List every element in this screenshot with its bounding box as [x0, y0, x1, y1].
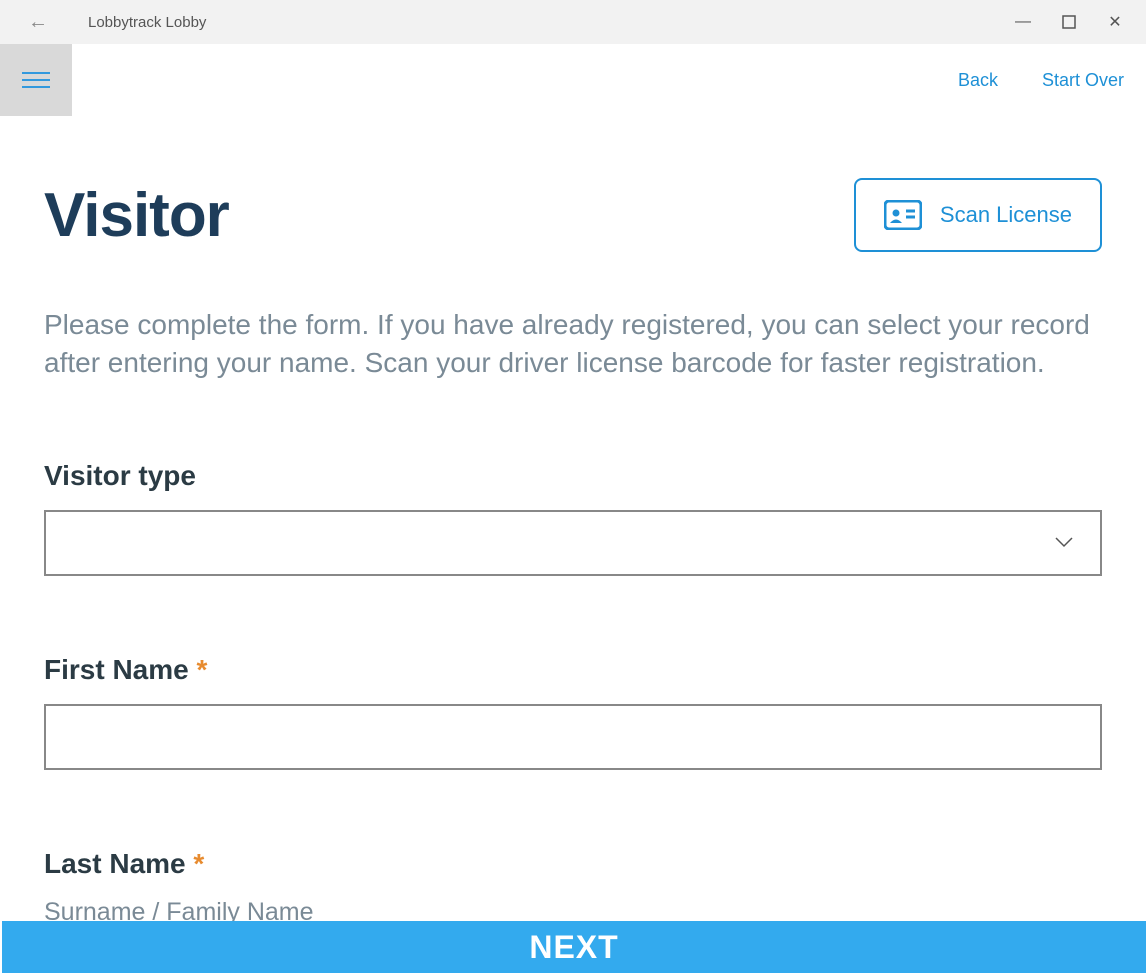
- menu-button[interactable]: [0, 44, 72, 116]
- chevron-down-icon: [1054, 531, 1074, 554]
- last-name-helper: Surname / Family Name: [44, 898, 1102, 921]
- nav-back-icon[interactable]: ←: [28, 11, 48, 34]
- back-link[interactable]: Back: [958, 70, 998, 91]
- app-header: Back Start Over: [0, 44, 1146, 116]
- last-name-field: Last Name * Surname / Family Name: [44, 848, 1102, 921]
- hamburger-icon: [22, 72, 50, 88]
- minimize-button[interactable]: —: [1000, 0, 1046, 44]
- required-mark: *: [193, 848, 204, 879]
- last-name-label: Last Name *: [44, 848, 1102, 880]
- id-card-icon: [884, 200, 922, 230]
- next-button[interactable]: NEXT: [2, 921, 1146, 973]
- window-controls: — ✕: [1000, 0, 1138, 44]
- instructions-text: Please complete the form. If you have al…: [44, 306, 1102, 382]
- start-over-link[interactable]: Start Over: [1042, 70, 1124, 91]
- page-title: Visitor: [44, 180, 229, 251]
- visitor-form: Visitor type First Name * Last Name * Su…: [44, 460, 1102, 921]
- maximize-button[interactable]: [1046, 0, 1092, 44]
- next-label: NEXT: [529, 929, 618, 966]
- close-button[interactable]: ✕: [1092, 0, 1138, 44]
- scan-license-label: Scan License: [940, 202, 1072, 228]
- scan-license-button[interactable]: Scan License: [854, 178, 1102, 252]
- first-name-label: First Name *: [44, 654, 1102, 686]
- first-name-input[interactable]: [44, 704, 1102, 770]
- visitor-type-label: Visitor type: [44, 460, 1102, 492]
- visitor-type-select[interactable]: [44, 510, 1102, 576]
- window-titlebar: ← Lobbytrack Lobby — ✕: [0, 0, 1146, 44]
- first-name-field: First Name *: [44, 654, 1102, 770]
- main-content: Visitor Scan License Please complete the…: [0, 116, 1146, 921]
- required-mark: *: [197, 654, 208, 685]
- window-title: Lobbytrack Lobby: [88, 14, 206, 31]
- visitor-type-field: Visitor type: [44, 460, 1102, 576]
